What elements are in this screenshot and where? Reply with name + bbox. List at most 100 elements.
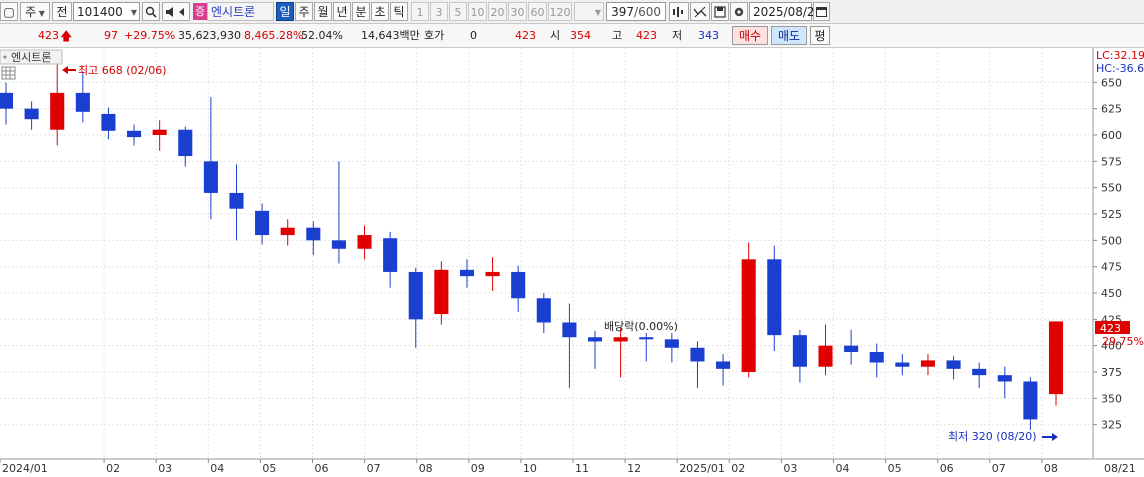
y-axis: 3253503754004254504755005255505756006256…: [1093, 76, 1122, 432]
date-input[interactable]: 2025/08/21: [749, 2, 822, 21]
window-menu-icon[interactable]: ▢: [0, 2, 18, 21]
stock-code-value: 101400: [77, 5, 123, 19]
interval-minute-button[interactable]: 분: [352, 2, 370, 21]
x-tick-label: 08: [1044, 462, 1058, 475]
candle-body: [408, 271, 423, 320]
candle-body: [1023, 381, 1038, 420]
x-tick-label: 11: [575, 462, 589, 475]
x-tick-label: 10: [523, 462, 537, 475]
candle-body: [639, 337, 654, 340]
speaker-icon[interactable]: [162, 2, 190, 21]
x-tick-label: 2024/01: [2, 462, 48, 475]
interval-tick-button[interactable]: 틱: [390, 2, 408, 21]
minute-step-3[interactable]: 3: [430, 2, 448, 21]
y-tick-label: 325: [1101, 419, 1122, 432]
candle-body: [895, 362, 910, 367]
x-tick-label: 08: [419, 462, 433, 475]
interval-week-button[interactable]: 주: [295, 2, 313, 21]
candle-body: [997, 375, 1012, 382]
calendar-icon[interactable]: [813, 2, 830, 21]
x-tick-label: 03: [158, 462, 172, 475]
prev-button[interactable]: 전: [52, 2, 72, 21]
open-label: 시: [550, 29, 561, 42]
bar-count-input[interactable]: 397/600: [606, 2, 666, 21]
candle-body: [203, 161, 218, 193]
high-label: 고: [612, 29, 623, 42]
x-tick-label: 06: [940, 462, 954, 475]
legend-label: 엔시트론: [11, 51, 51, 64]
chart-toolbar: ▢ 주 ▼ 전 101400 ▼ 증 엔시트론 일 주 월 년 분 초 틱 1 …: [0, 0, 1144, 24]
candle-body: [485, 271, 500, 277]
hoga-price: 423: [515, 29, 536, 42]
candle-body: [767, 259, 782, 336]
interval-year-button[interactable]: 년: [333, 2, 351, 21]
y-tick-label: 475: [1101, 261, 1122, 274]
x-tick-label: 03: [783, 462, 797, 475]
candle-body: [178, 129, 193, 157]
minute-step-5[interactable]: 5: [449, 2, 467, 21]
candle-body: [75, 92, 90, 112]
candle-body: [50, 92, 65, 130]
gear-icon[interactable]: [730, 2, 748, 21]
price-chart[interactable]: 3253503754004254504755005255505756006256…: [0, 48, 1144, 477]
x-tick-label: 05: [262, 462, 276, 475]
period-select[interactable]: 주 ▼: [20, 2, 50, 21]
minute-step-120[interactable]: 120: [548, 2, 572, 21]
y-tick-label: 525: [1101, 208, 1122, 221]
hoga-label: 호가: [424, 29, 445, 42]
candle-body: [459, 269, 475, 277]
x-tick-label: 06: [315, 462, 329, 475]
interval-day-button[interactable]: 일: [276, 2, 294, 21]
date-value: 2025/08/21: [753, 5, 823, 19]
interval-second-button[interactable]: 초: [371, 2, 389, 21]
hc-label: HC:-36.6: [1096, 62, 1144, 75]
minute-step-20[interactable]: 20: [488, 2, 507, 21]
volume: 35,623,930: [178, 29, 241, 42]
zoom-icon[interactable]: [669, 2, 689, 21]
buy-button[interactable]: 매수: [732, 26, 768, 45]
y-tick-label: 500: [1101, 234, 1122, 247]
low-label: 저: [672, 29, 683, 42]
candle-body: [562, 322, 577, 338]
interval-month-button[interactable]: 월: [314, 2, 332, 21]
x-tick-label: 2025/01: [679, 462, 725, 475]
candle-body: [587, 337, 603, 342]
overlay-icon[interactable]: [690, 2, 710, 21]
candle-body: [229, 192, 244, 209]
candle-body: [946, 360, 961, 369]
candle-body: [306, 227, 321, 241]
hoga-value: 0: [470, 29, 477, 42]
current-price: 423: [38, 29, 59, 42]
minute-step-1[interactable]: 1: [411, 2, 429, 21]
x-tick-label: 04: [210, 462, 224, 475]
trade-amount: 14,643백만: [361, 29, 420, 42]
candle-body: [101, 113, 116, 131]
eval-button[interactable]: 평: [810, 26, 830, 45]
sell-button[interactable]: 매도: [771, 26, 807, 45]
turnover-rate: 52.04%: [301, 29, 343, 42]
candle-body: [0, 92, 14, 109]
x-tick-label: 02: [731, 462, 745, 475]
save-icon[interactable]: [711, 2, 729, 21]
custom-interval-select[interactable]: ▼: [574, 2, 604, 21]
grid-table-icon[interactable]: [1, 66, 16, 80]
candle-body: [690, 347, 705, 362]
lc-label: LC:32.19: [1096, 49, 1144, 62]
plot-area: [0, 48, 1093, 459]
price-change-percent: +29.75%: [124, 29, 176, 42]
stock-name-field[interactable]: 엔시트론: [207, 2, 274, 21]
minute-step-10[interactable]: 10: [468, 2, 487, 21]
high-price: 423: [636, 29, 657, 42]
chevron-down-icon: ▼: [594, 8, 601, 17]
current-price-tag-text: 423: [1100, 322, 1121, 335]
chevron-down-icon: ▼: [130, 8, 137, 17]
search-icon[interactable]: [142, 2, 160, 21]
stock-code-input[interactable]: 101400 ▼: [73, 2, 140, 21]
candle-body: [357, 235, 372, 249]
minute-step-30[interactable]: 30: [508, 2, 527, 21]
candle-body: [972, 368, 987, 376]
candle-body: [869, 351, 884, 363]
minute-step-60[interactable]: 60: [528, 2, 547, 21]
candle-body: [844, 345, 859, 352]
y-tick-label: 375: [1101, 366, 1122, 379]
